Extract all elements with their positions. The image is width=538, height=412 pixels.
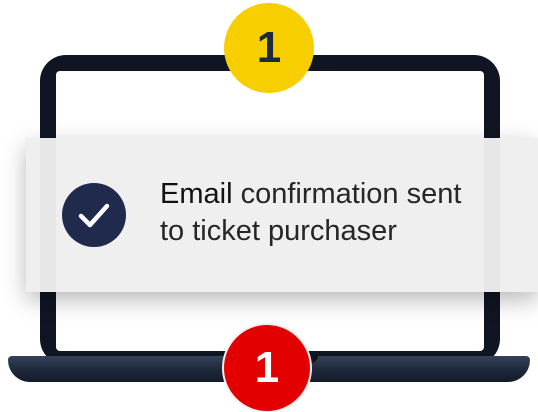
step-badge-bottom: 1 — [222, 323, 312, 412]
notification-card: Email confirmation sent to ticket purcha… — [26, 138, 538, 292]
message-line-2: to ticket purchaser — [160, 215, 397, 247]
message-rest: confirmation sent — [232, 178, 462, 210]
illustration-canvas: Email confirmation sent to ticket purcha… — [0, 0, 538, 412]
message-highlight: Email — [160, 178, 233, 210]
checkmark-glyph — [78, 203, 110, 228]
checkmark-icon — [62, 183, 126, 247]
message-line-1: Email confirmation sent — [160, 176, 461, 213]
notification-message: Email confirmation sent to ticket purcha… — [160, 176, 461, 250]
step-badge-top: 1 — [224, 3, 314, 93]
